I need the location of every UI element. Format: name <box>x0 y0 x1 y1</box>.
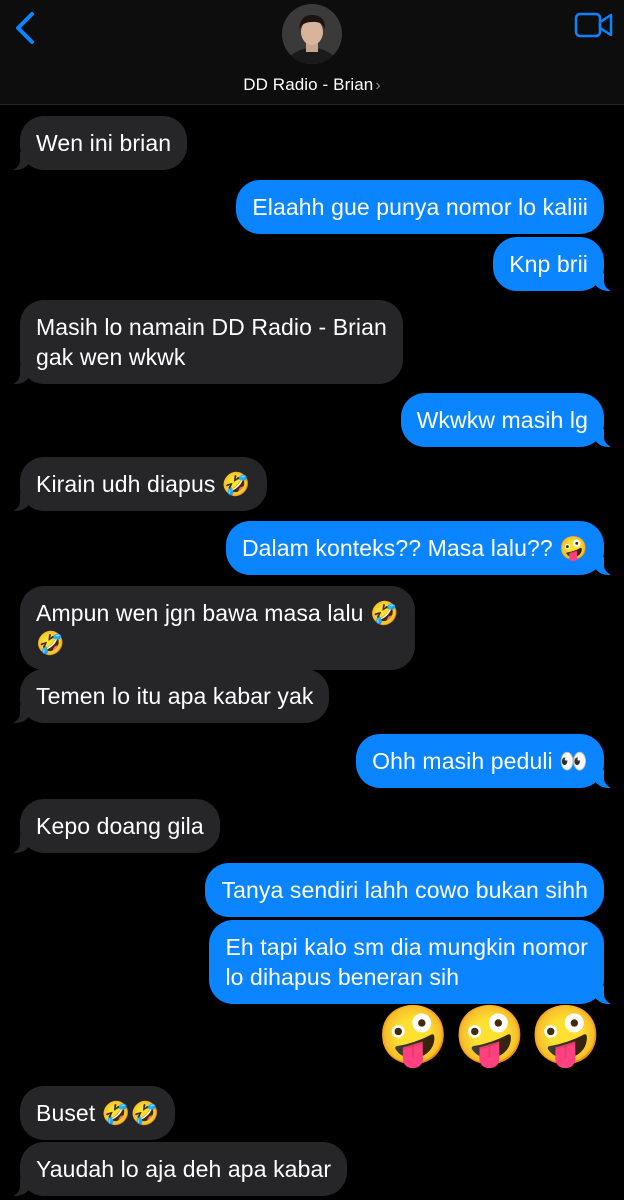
conversation-header: DD Radio - Brian › <box>0 0 624 105</box>
message-bubble-outgoing[interactable]: Dalam konteks?? Masa lalu?? 🤪 <box>225 521 617 575</box>
message-thread[interactable]: Wen ini brian Elaahh gue punya nomor lo … <box>0 104 624 1200</box>
message-bubble-outgoing[interactable]: Elaahh gue punya nomor lo kaliii <box>236 180 604 234</box>
video-call-button[interactable] <box>574 10 614 40</box>
message-bubble-incoming[interactable]: Kirain udh diapus 🤣 <box>8 457 267 511</box>
message-bubble-incoming[interactable]: Temen lo itu apa kabar yak <box>7 669 330 723</box>
message-bubble-outgoing[interactable]: Ohh masih peduli 👀 <box>356 734 616 788</box>
chevron-left-icon <box>16 12 34 44</box>
chevron-right-icon: › <box>375 77 381 94</box>
message-bubble-outgoing[interactable]: Knp brii <box>493 237 616 291</box>
person-photo <box>282 4 342 64</box>
back-button[interactable] <box>8 8 42 48</box>
contact-avatar[interactable] <box>282 4 342 64</box>
video-camera-icon <box>574 12 613 38</box>
message-bubble-incoming[interactable]: Kepo doang gila <box>8 799 220 853</box>
message-bubble-incoming[interactable]: Yaudah lo aja deh apa kabar <box>7 1142 348 1196</box>
message-bubble-incoming[interactable]: Buset 🤣🤣 <box>20 1086 176 1140</box>
message-bubble-incoming[interactable]: Ampun wen jgn bawa masa lalu 🤣 🤣 <box>20 586 415 670</box>
contact-name[interactable]: DD Radio - Brian › <box>0 75 624 95</box>
message-bubble-outgoing[interactable]: Wkwkw masih lg <box>400 393 617 447</box>
message-bubble-incoming[interactable]: Wen ini brian <box>7 116 188 170</box>
contact-name-label: DD Radio - Brian <box>243 75 374 94</box>
emoji-message[interactable]: 🤪🤪🤪 <box>377 1002 606 1070</box>
message-bubble-outgoing[interactable]: Tanya sendiri lahh cowo bukan sihh <box>205 863 604 917</box>
message-bubble-incoming[interactable]: Masih lo namain DD Radio - Brian gak wen… <box>8 300 403 384</box>
message-bubble-outgoing[interactable]: Eh tapi kalo sm dia mungkin nomor lo dih… <box>209 920 616 1004</box>
